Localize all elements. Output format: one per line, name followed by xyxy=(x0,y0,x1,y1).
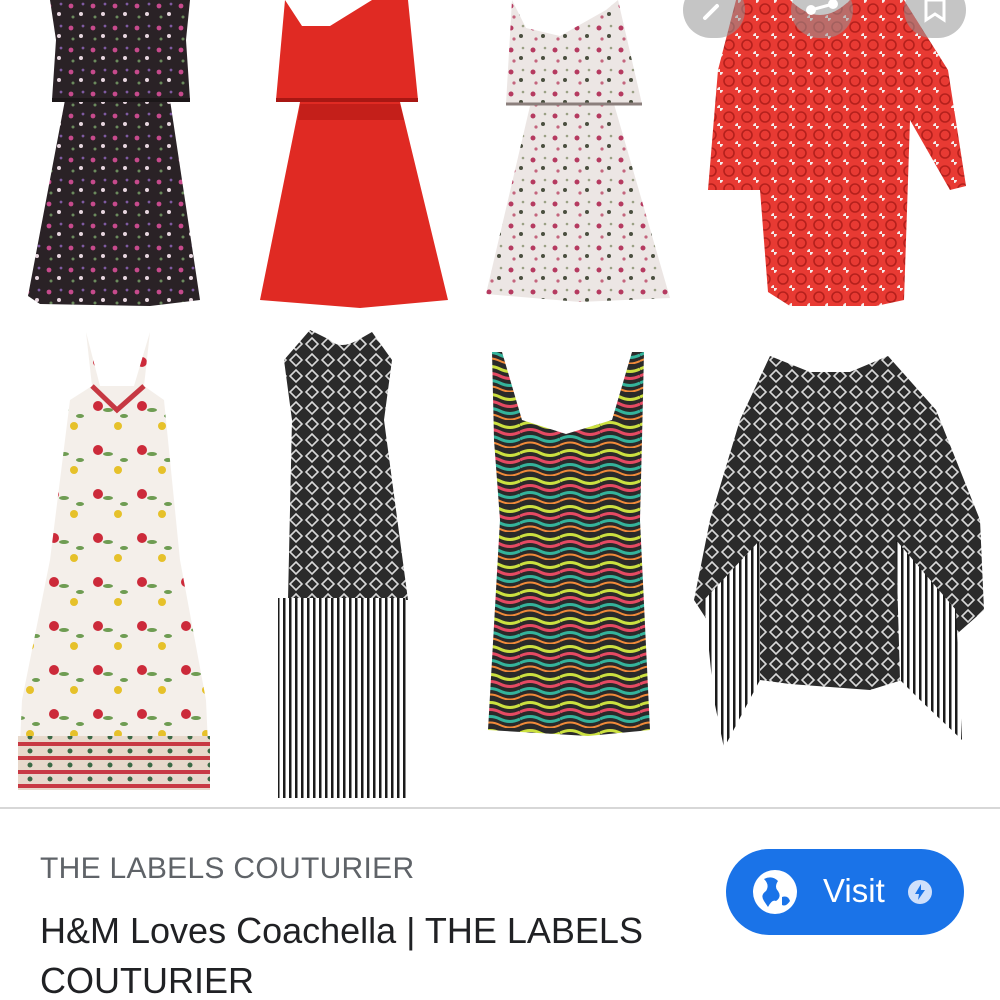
visit-label: Visit xyxy=(823,872,885,909)
amp-icon xyxy=(908,880,932,904)
result-title[interactable]: H&M Loves Coachella | THE LABELS COUTURI… xyxy=(40,906,700,1000)
globe-icon xyxy=(753,870,797,914)
dress-red-cami xyxy=(260,0,448,308)
bookmark-icon xyxy=(924,0,946,23)
dress-floral-maxi xyxy=(18,332,210,790)
link-button[interactable] xyxy=(683,0,745,38)
dress-striped-bodycon xyxy=(488,352,650,736)
visit-button[interactable]: Visit xyxy=(726,849,964,935)
source-name[interactable]: THE LABELS COUTURIER xyxy=(40,852,414,886)
share-button[interactable] xyxy=(791,0,853,38)
image-viewer-screen: THE LABELS COUTURIER H&M Loves Coachella… xyxy=(0,0,1000,1000)
top-black-fringe-kimono xyxy=(694,356,984,748)
divider xyxy=(0,807,1000,809)
share-icon xyxy=(806,0,838,15)
bookmark-button[interactable] xyxy=(904,0,966,38)
dress-white-floral-cami xyxy=(486,0,670,302)
dress-black-floral-cami xyxy=(28,0,200,306)
product-collage-image[interactable] xyxy=(0,0,1000,808)
link-icon xyxy=(703,4,719,20)
dress-red-lace xyxy=(708,0,966,306)
dress-black-fringe xyxy=(278,330,408,798)
